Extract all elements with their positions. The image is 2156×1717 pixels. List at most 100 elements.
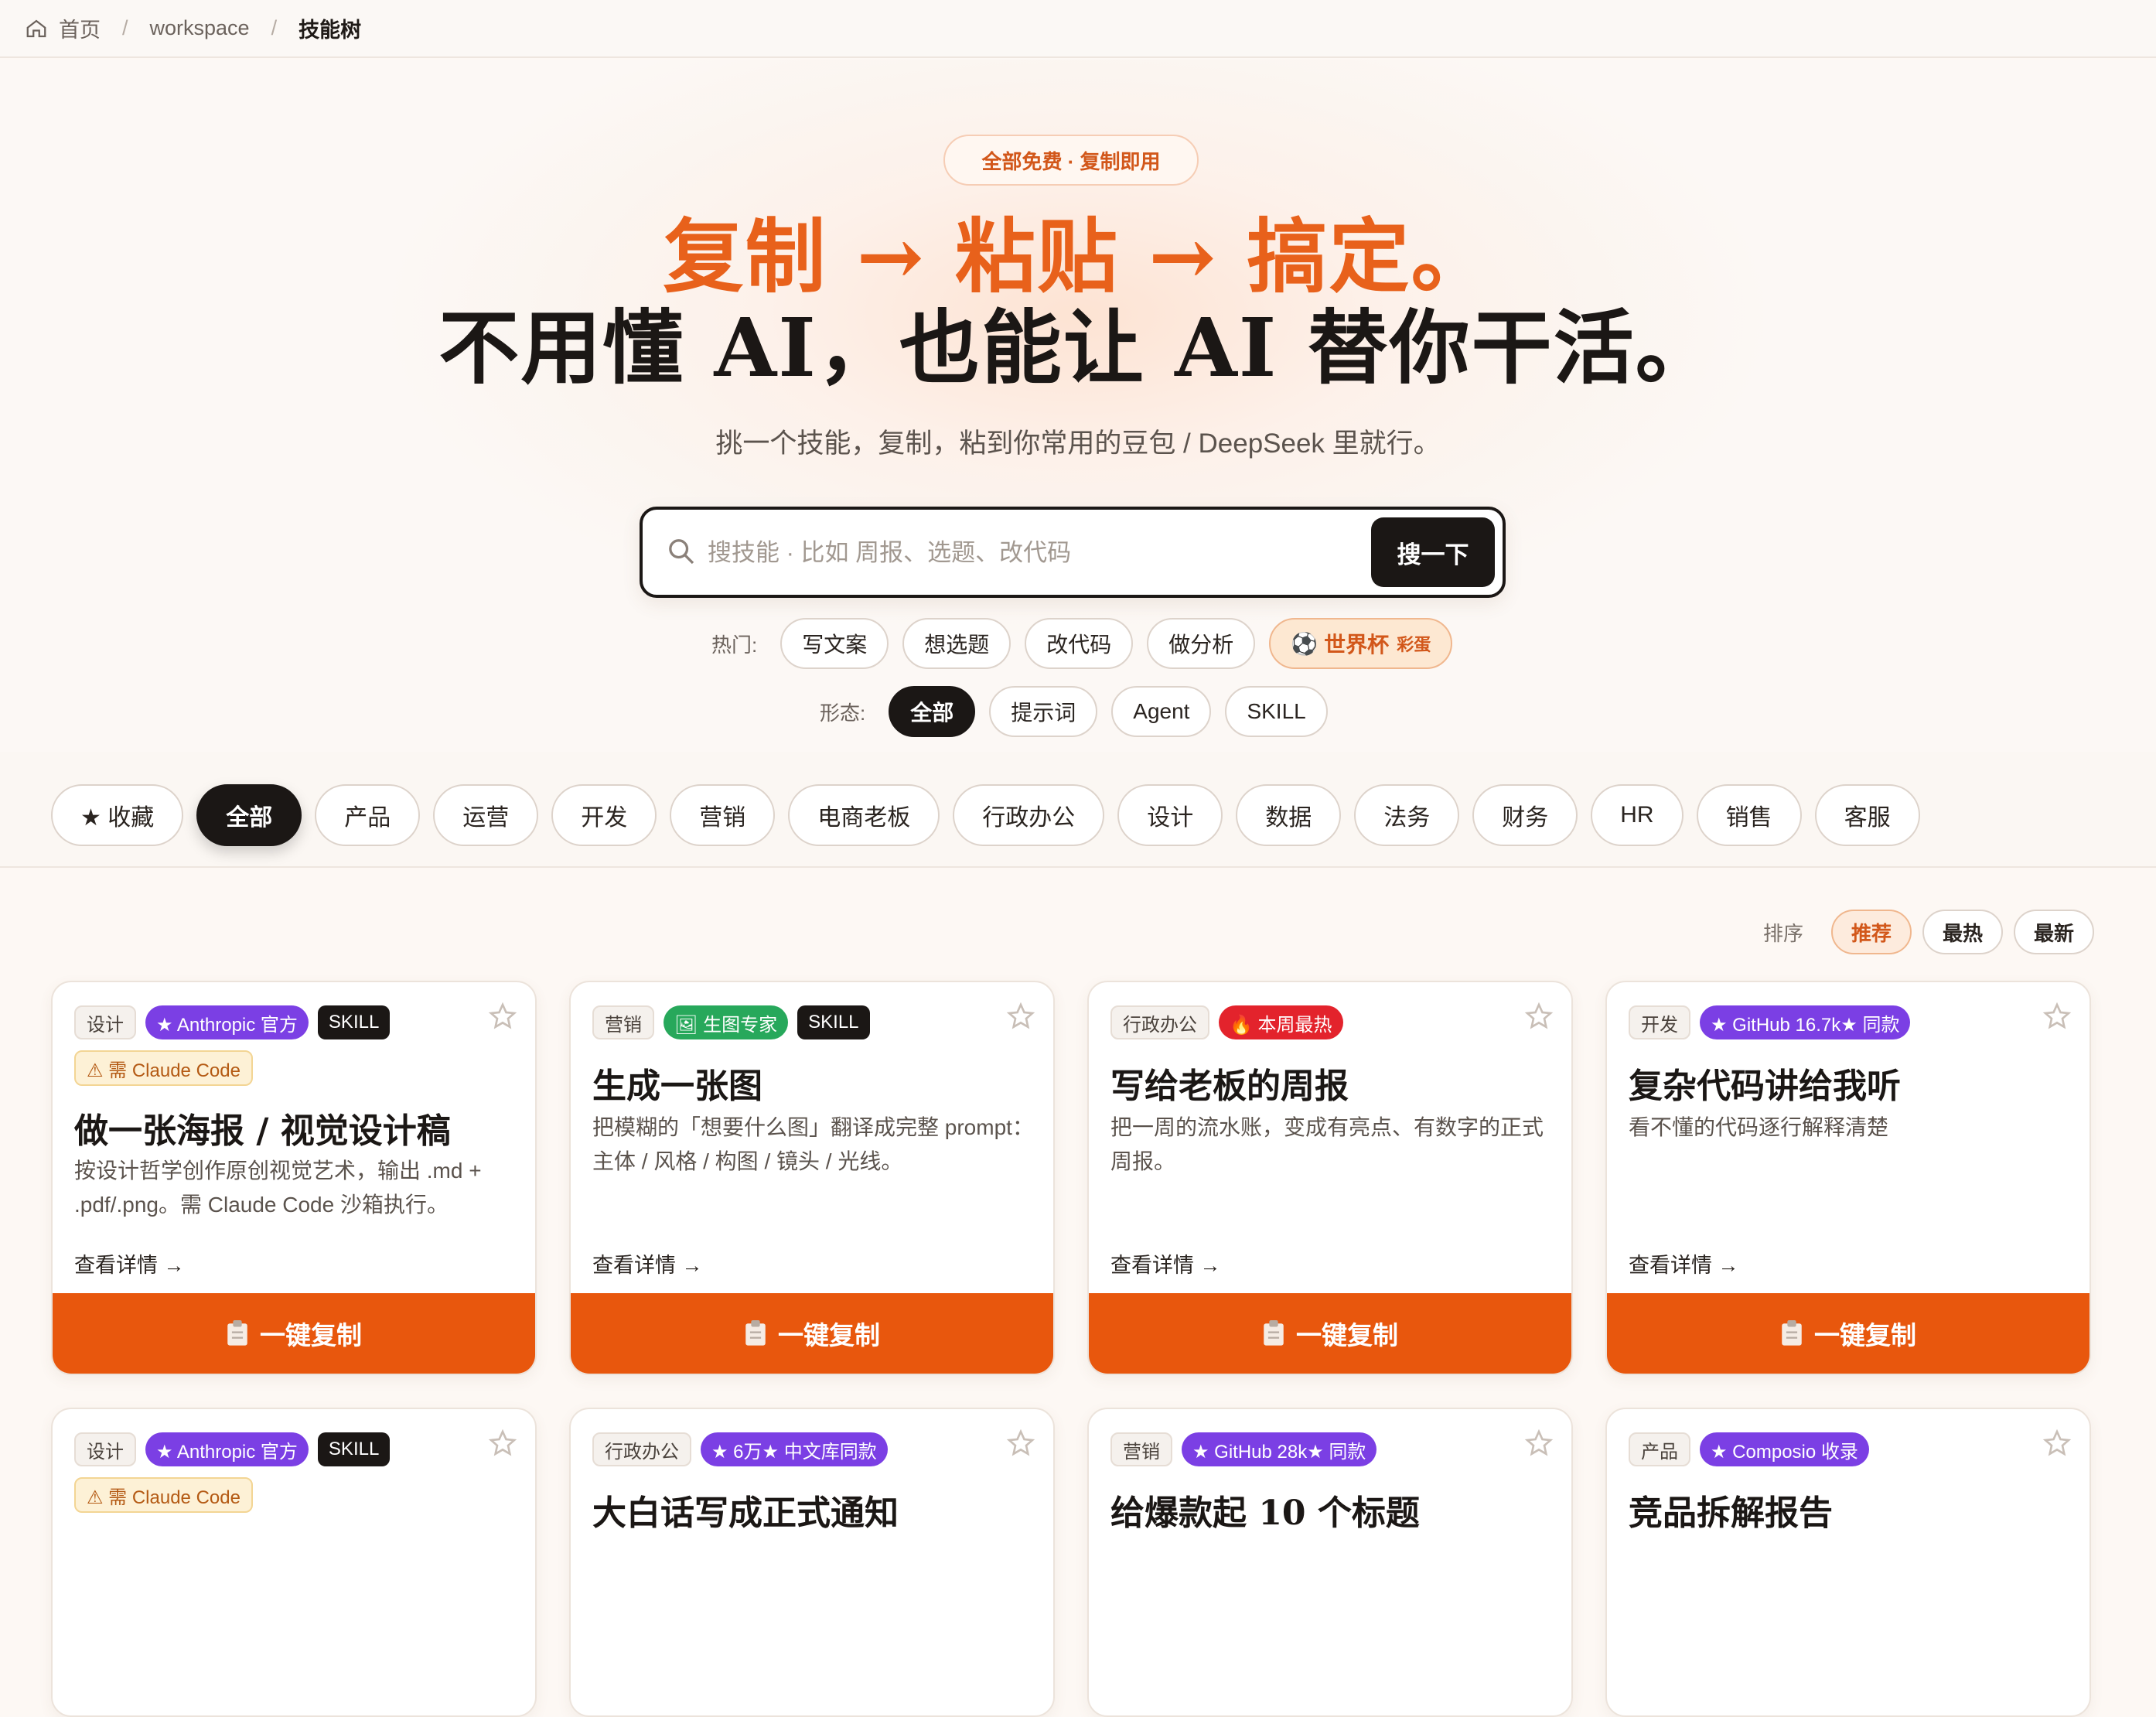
category-item[interactable]: 行政办公 [953,784,1105,846]
skill-card[interactable]: 设计 ★ Anthropic 官方 SKILL ⚠ 需 Claude Code [51,1408,537,1717]
card-badge: ★ 6万★ 中文库同款 [701,1432,888,1466]
free-badge-label: 全部免费 · 复制即用 [981,149,1161,173]
copy-button-label: 一键复制 [260,1321,362,1350]
breadcrumb: 首页 / workspace / 技能树 [0,0,2156,58]
clipboard-icon [1782,1320,1802,1346]
skill-card[interactable]: 开发 ★ GitHub 16.7k★ 同款 复杂代码讲给我听 看不懂的代码逐行解… [1605,981,2091,1375]
category-item[interactable]: 财务 [1472,784,1578,846]
category-item[interactable]: 营销 [670,784,776,846]
skill-card[interactable]: 产品 ★ Composio 收录 竞品拆解报告 [1605,1408,2091,1717]
category-all[interactable]: 全部 [196,784,302,846]
card-title: 做一张海报 / 视觉设计稿 [74,1111,451,1151]
form-label: 形态: [820,701,866,725]
favorite-star-icon[interactable] [2042,1001,2072,1032]
breadcrumb-home[interactable]: 首页 [59,13,101,43]
card-description: 把一周的流水账，变成有亮点、有数字的正式周报。 [1110,1115,1544,1173]
headline-primary: 复制 → 粘贴 → 搞定。 [663,209,1493,304]
favorite-star-icon[interactable] [2042,1428,2072,1459]
worldcup-chip[interactable]: ⚽ 世界杯 彩蛋 [1269,618,1453,669]
card-title: 竞品拆解报告 [1629,1493,1833,1533]
card-description: 把模糊的「想要什么图」翻译成完整 prompt：主体 / 风格 / 构图 / 镜… [592,1115,1034,1173]
card-skill-tag: SKILL [317,1005,391,1039]
form-option-all[interactable]: 全部 [889,686,976,737]
copy-button[interactable]: 一键复制 [1089,1293,1571,1374]
category-item[interactable]: 销售 [1696,784,1802,846]
sort-newest[interactable]: 最新 [2013,910,2094,954]
category-bar: ★ 收藏 全部 产品 运营 开发 营销 电商老板 行政办公 设计 数据 法务 财… [0,752,2156,868]
favorite-star-icon[interactable] [1523,1001,1554,1032]
search-icon [669,539,694,565]
card-category-tag: 设计 [74,1432,136,1466]
worldcup-label: 世界杯 [1324,633,1390,657]
card-detail-link[interactable]: 查看详情 → [1110,1248,1221,1278]
card-title: 生成一张图 [592,1067,762,1106]
category-favorites[interactable]: ★ 收藏 [51,784,184,846]
copy-button-label: 一键复制 [1814,1321,1916,1350]
hero-section: 全部免费 · 复制即用 复制 → 粘贴 → 搞定。 不用懂 AI，也能让 AI … [0,60,2156,752]
card-detail-link[interactable]: 查看详情 → [592,1248,703,1278]
card-title: 给爆款起 10 个标题 [1110,1493,1420,1533]
favorite-star-icon[interactable] [1005,1428,1036,1459]
card-badge: ★ GitHub 16.7k★ 同款 [1700,1005,1911,1039]
breadcrumb-separator: / [271,16,278,39]
category-item[interactable]: 客服 [1814,784,1920,846]
form-option-skill[interactable]: SKILL [1225,686,1328,737]
card-warning-tag: ⚠ 需 Claude Code [74,1050,253,1086]
category-item[interactable]: HR [1591,784,1684,846]
card-description: 看不懂的代码逐行解释清楚 [1629,1115,1889,1139]
headline-secondary: 不用懂 AI，也能让 AI 替你干活。 [438,300,1718,395]
favorite-star-icon[interactable] [1523,1428,1554,1459]
sort-recommended[interactable]: 推荐 [1830,910,1912,954]
card-title: 复杂代码讲给我听 [1629,1067,1901,1106]
favorite-star-icon[interactable] [1005,1001,1036,1032]
hot-chip[interactable]: 想选题 [902,618,1011,669]
copy-button[interactable]: 一键复制 [571,1293,1053,1374]
form-filter: 形态: 全部 提示词 Agent SKILL [820,686,1342,737]
copy-button[interactable]: 一键复制 [1607,1293,2089,1374]
easter-egg-label: 彩蛋 [1397,635,1431,654]
card-warning-tag: ⚠ 需 Claude Code [74,1477,253,1513]
card-badge: ★ GitHub 28k★ 同款 [1182,1432,1377,1466]
copy-button-label: 一键复制 [1296,1321,1398,1350]
search-bar: 搜一下 [640,507,1506,598]
hot-chip[interactable]: 做分析 [1147,618,1256,669]
skill-card[interactable]: 营销 ★ GitHub 28k★ 同款 给爆款起 10 个标题 [1087,1408,1573,1717]
hot-chip[interactable]: 写文案 [780,618,889,669]
search-button[interactable]: 搜一下 [1371,517,1495,587]
category-item[interactable]: 法务 [1354,784,1460,846]
card-detail-link[interactable]: 查看详情 → [74,1248,185,1278]
hot-chip[interactable]: 改代码 [1025,618,1134,669]
card-badge: 🖼 生图专家 [664,1005,789,1039]
card-title: 大白话写成正式通知 [592,1493,899,1533]
category-item[interactable]: 运营 [433,784,539,846]
search-input[interactable] [706,528,1374,578]
category-item[interactable]: 数据 [1236,784,1342,846]
favorite-star-icon[interactable] [487,1428,518,1459]
card-category-tag: 产品 [1629,1432,1690,1466]
card-badge: ★ Anthropic 官方 [145,1432,309,1466]
card-category-tag: 营销 [592,1005,654,1039]
free-badge: 全部免费 · 复制即用 [943,135,1199,186]
favorite-star-icon[interactable] [487,1001,518,1032]
skill-card[interactable]: 行政办公 ★ 6万★ 中文库同款 大白话写成正式通知 [569,1408,1055,1717]
form-option-agent[interactable]: Agent [1111,686,1212,737]
form-option-prompt[interactable]: 提示词 [989,686,1098,737]
card-category-tag: 设计 [74,1005,136,1039]
card-category-tag: 营销 [1110,1432,1172,1466]
category-item[interactable]: 开发 [551,784,657,846]
sort-hottest[interactable]: 最热 [1922,910,2003,954]
category-item[interactable]: 电商老板 [788,784,940,846]
card-category-tag: 行政办公 [592,1432,691,1466]
home-icon[interactable] [25,17,48,40]
breadcrumb-workspace[interactable]: workspace [150,16,250,40]
breadcrumb-separator: / [122,16,128,39]
copy-button[interactable]: 一键复制 [53,1293,535,1374]
card-detail-link[interactable]: 查看详情 → [1629,1248,1739,1278]
category-item[interactable]: 产品 [315,784,421,846]
skill-card[interactable]: 营销 🖼 生图专家 SKILL 生成一张图 把模糊的「想要什么图」翻译成完整 p… [569,981,1055,1375]
card-skill-tag: SKILL [317,1432,391,1466]
category-item[interactable]: 设计 [1117,784,1223,846]
hero-subtitle: 挑一个技能，复制，粘到你常用的豆包 / DeepSeek 里就行。 [715,428,1441,459]
skill-card[interactable]: 行政办公 🔥 本周最热 写给老板的周报 把一周的流水账，变成有亮点、有数字的正式… [1087,981,1573,1375]
skill-card[interactable]: 设计 ★ Anthropic 官方 SKILL ⚠ 需 Claude Code … [51,981,537,1375]
